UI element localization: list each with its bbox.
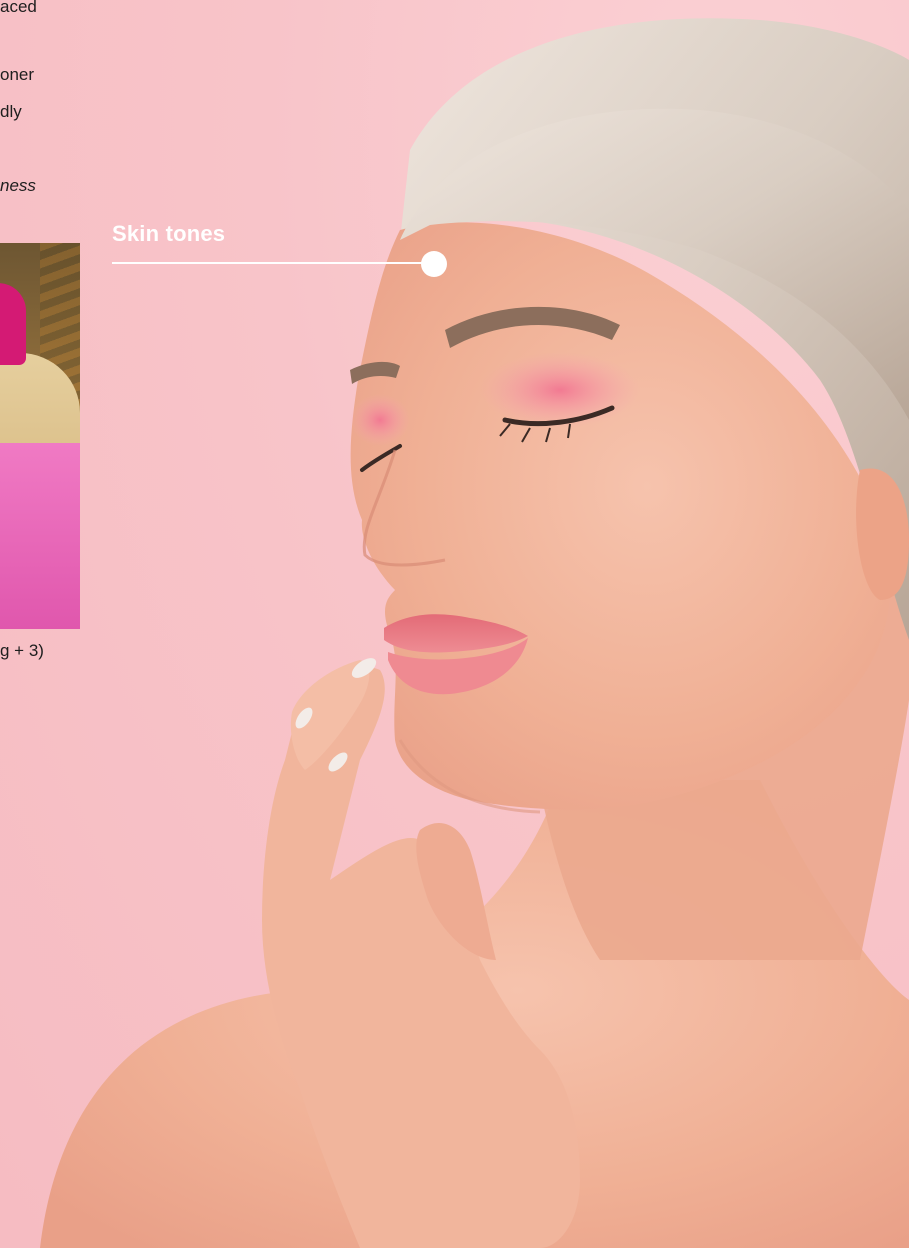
portrait-photo [40,18,909,1248]
page: aced oner dly ness g + 3) Skin tones [0,0,909,1248]
annotation-marker-dot[interactable] [421,251,447,277]
annotation-leader-line [112,262,434,264]
skin-tones-label: Skin tones [112,221,226,246]
